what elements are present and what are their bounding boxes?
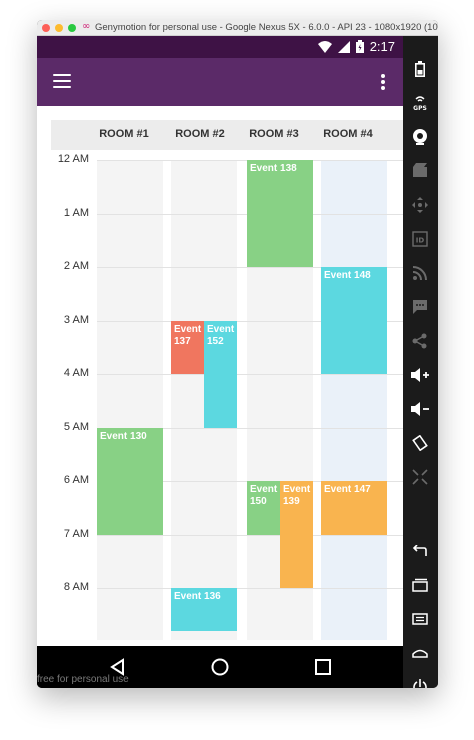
event-block[interactable]: Event 138 [247, 160, 313, 267]
hour-label: 1 AM [63, 206, 89, 219]
sms-icon[interactable] [409, 296, 431, 318]
event-block[interactable]: Event 136 [171, 588, 237, 631]
status-bar: 2:17 [37, 36, 403, 58]
rss-icon[interactable] [409, 262, 431, 284]
back-icon[interactable] [409, 540, 431, 562]
emulator-window: ∞ Genymotion for personal use - Google N… [37, 20, 438, 688]
hour-label: 5 AM [63, 420, 89, 433]
overflow-menu-icon[interactable] [381, 74, 385, 90]
hour-label: 7 AM [63, 527, 89, 540]
window-close-button[interactable] [42, 24, 50, 32]
event-block[interactable]: Event 148 [321, 267, 387, 374]
volume-up-icon[interactable] [409, 364, 431, 386]
nav-home-icon[interactable] [210, 657, 230, 677]
window-minimize-button[interactable] [55, 24, 63, 32]
event-block[interactable]: Event 137 [171, 320, 204, 374]
scale-icon[interactable] [409, 466, 431, 488]
genymotion-side-panel: GPS ID [403, 36, 438, 688]
hamburger-menu-icon[interactable] [53, 74, 71, 88]
svg-text:GPS: GPS [413, 105, 427, 111]
volume-down-icon[interactable] [409, 398, 431, 420]
share-icon[interactable] [409, 330, 431, 352]
event-block[interactable]: Event 130 [97, 427, 163, 535]
device-screen: 2:17 ROOM #1 ROOM #2 ROOM #3 ROOM #4 12 … [37, 36, 403, 688]
gps-icon[interactable]: GPS [409, 92, 431, 114]
hour-label: 12 AM [57, 153, 89, 165]
rotate-icon[interactable] [409, 432, 431, 454]
menu-icon[interactable] [409, 608, 431, 630]
power-icon[interactable] [409, 676, 431, 688]
battery-icon [355, 40, 364, 53]
hour-label: 6 AM [63, 474, 89, 486]
event-block[interactable]: Event 150 [247, 481, 280, 535]
id-icon[interactable]: ID [409, 228, 431, 250]
nav-recents-icon[interactable] [313, 657, 333, 677]
battery-icon[interactable] [409, 58, 431, 80]
hour-label: 2 AM [63, 260, 89, 272]
window-title: Genymotion for personal use - Google Nex… [95, 22, 438, 33]
hour-label: 4 AM [63, 367, 89, 379]
genymotion-logo-icon: ∞ [82, 21, 91, 32]
hour-grid-line [97, 588, 403, 589]
window-titlebar: ∞ Genymotion for personal use - Google N… [37, 20, 438, 36]
schedule-view[interactable]: ROOM #1 ROOM #2 ROOM #3 ROOM #4 12 AM 1 A… [37, 106, 403, 646]
wifi-icon [317, 40, 332, 53]
event-block[interactable]: Event 147 [321, 481, 387, 535]
app-toolbar [37, 58, 403, 106]
room-column-1[interactable] [97, 160, 163, 640]
recents-icon[interactable] [409, 574, 431, 596]
event-block[interactable]: Event 152 [204, 320, 237, 428]
timeline-grid: 12 AM 1 AM 2 AM 3 AM 4 AM 5 AM 6 AM 7 AM 8 AM Eve… [37, 106, 403, 646]
room-column-4[interactable] [321, 160, 387, 640]
svg-text:ID: ID [416, 237, 425, 245]
hour-grid-line [97, 534, 403, 536]
watermark-footer: free for personal use [37, 674, 129, 685]
event-block[interactable]: Event 139 [280, 481, 313, 588]
window-maximize-button[interactable] [68, 24, 76, 32]
hour-label: 3 AM [63, 313, 89, 326]
status-clock: 2:17 [369, 39, 395, 54]
capture-icon[interactable] [409, 160, 431, 182]
home-icon[interactable] [409, 642, 431, 664]
hour-label: 8 AM [63, 581, 89, 593]
hour-grid-line [97, 374, 403, 375]
signal-icon [337, 40, 350, 53]
webcam-icon[interactable] [409, 126, 431, 148]
dpad-icon[interactable] [409, 194, 431, 216]
